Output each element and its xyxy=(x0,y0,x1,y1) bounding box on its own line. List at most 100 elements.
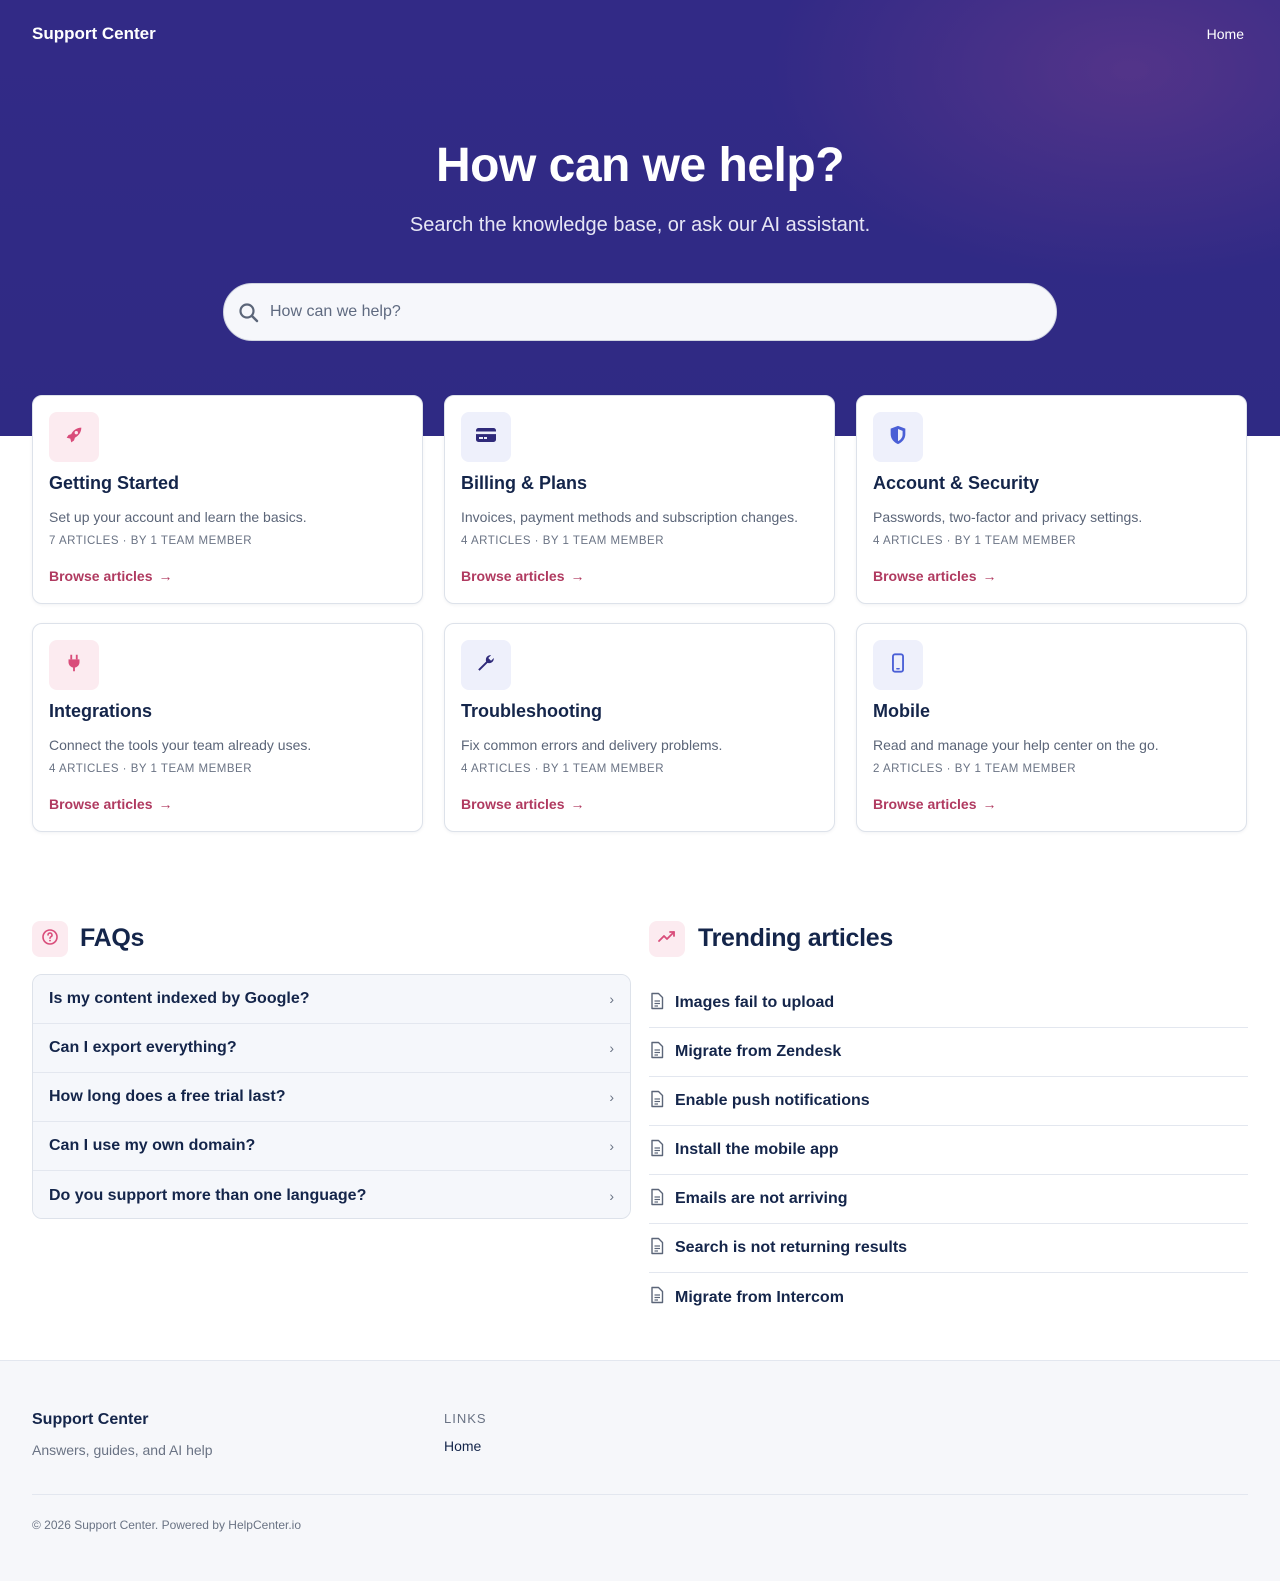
category-card-billing-plans[interactable]: Billing & Plans Invoices, payment method… xyxy=(444,395,835,604)
card-title: Getting Started xyxy=(49,473,180,493)
browse-articles-link[interactable]: Browse articles → xyxy=(49,796,173,812)
card-description: Fix common errors and delivery problems. xyxy=(461,737,723,753)
card-title: Integrations xyxy=(49,701,153,721)
trending-article[interactable]: Search is not returning results xyxy=(649,1224,1248,1273)
trending-article[interactable]: Enable push notifications xyxy=(649,1077,1248,1126)
browse-articles-link[interactable]: Browse articles → xyxy=(461,796,585,812)
document-icon xyxy=(649,1041,665,1064)
faq-list: Is my content indexed by Google? › Can I… xyxy=(32,974,631,1219)
rocket-icon xyxy=(63,424,85,451)
mobile-icon xyxy=(887,652,909,679)
arrow-right-icon: → xyxy=(570,796,585,812)
document-icon xyxy=(649,1139,665,1162)
faq-item[interactable]: Can I export everything? › xyxy=(33,1024,630,1073)
card-icon-tile xyxy=(873,412,923,462)
browse-articles-label: Browse articles xyxy=(49,568,153,584)
hero-title: How can we help? xyxy=(435,139,845,192)
chevron-right-icon: › xyxy=(609,1089,614,1105)
card-icon-tile xyxy=(461,412,511,462)
trending-article-title: Emails are not arriving xyxy=(675,1190,848,1207)
card-icon-tile xyxy=(49,640,99,690)
card-meta: 7 articles · By 1 team member xyxy=(49,535,253,547)
arrow-right-icon: → xyxy=(982,568,997,584)
trending-article[interactable]: Migrate from Intercom xyxy=(649,1273,1248,1322)
faq-question: How long does a free trial last? xyxy=(49,1088,286,1105)
hero-subtitle: Search the knowledge base, or ask our AI… xyxy=(409,214,871,236)
trending-section-title: Trending articles xyxy=(698,924,893,952)
footer-tagline: Answers, guides, and AI help xyxy=(32,1442,213,1458)
faq-question: Can I export everything? xyxy=(49,1039,237,1056)
site-brand[interactable]: Support Center xyxy=(32,24,156,44)
card-icon-tile xyxy=(873,640,923,690)
credit-card-icon xyxy=(474,423,498,452)
category-card-account-security[interactable]: Account & Security Passwords, two-factor… xyxy=(856,395,1247,604)
trending-article-title: Search is not returning results xyxy=(675,1239,908,1256)
footer-copyright: © 2026 Support Center. Powered by HelpCe… xyxy=(32,1518,302,1532)
chevron-right-icon: › xyxy=(609,1187,614,1204)
footer-home-link[interactable]: Home xyxy=(444,1438,481,1454)
wrench-icon xyxy=(475,652,497,679)
card-icon-tile xyxy=(49,412,99,462)
browse-articles-label: Browse articles xyxy=(49,796,153,812)
category-card-troubleshooting[interactable]: Troubleshooting Fix common errors and de… xyxy=(444,623,835,832)
trending-article-title: Migrate from Intercom xyxy=(675,1288,844,1306)
arrow-right-icon: → xyxy=(570,568,585,584)
shield-icon xyxy=(887,424,909,451)
browse-articles-link[interactable]: Browse articles → xyxy=(49,568,173,584)
card-description: Read and manage your help center on the … xyxy=(873,737,1159,753)
card-title: Billing & Plans xyxy=(461,473,588,493)
footer-brand: Support Center xyxy=(32,1411,149,1428)
footer-divider xyxy=(32,1494,1248,1495)
faq-section-icon xyxy=(32,921,68,957)
trending-article-title: Images fail to upload xyxy=(675,994,835,1011)
category-card-getting-started[interactable]: Getting Started Set up your account and … xyxy=(32,395,423,604)
card-title: Mobile xyxy=(873,701,930,721)
browse-articles-link[interactable]: Browse articles → xyxy=(873,796,997,812)
footer: Support Center Answers, guides, and AI h… xyxy=(0,1360,1280,1581)
faq-item[interactable]: Can I use my own domain? › xyxy=(33,1122,630,1171)
search-bar[interactable] xyxy=(223,283,1057,341)
category-card-mobile[interactable]: Mobile Read and manage your help center … xyxy=(856,623,1247,832)
nav-home-link[interactable]: Home xyxy=(1207,26,1244,42)
document-icon xyxy=(649,1188,665,1211)
trending-article-title: Migrate from Zendesk xyxy=(675,1043,842,1060)
arrow-right-icon: → xyxy=(982,796,997,812)
card-meta: 4 articles · By 1 team member xyxy=(461,763,665,775)
card-description: Invoices, payment methods and subscripti… xyxy=(461,509,798,525)
faq-item[interactable]: Do you support more than one language? › xyxy=(33,1171,630,1218)
browse-articles-link[interactable]: Browse articles → xyxy=(461,568,585,584)
trending-article-title: Enable push notifications xyxy=(675,1092,870,1109)
trending-article-title: Install the mobile app xyxy=(675,1141,839,1158)
card-title: Account & Security xyxy=(873,473,1040,493)
card-meta: 4 articles · By 1 team member xyxy=(461,535,665,547)
document-icon xyxy=(649,1286,665,1309)
browse-articles-label: Browse articles xyxy=(461,796,565,812)
browse-articles-link[interactable]: Browse articles → xyxy=(873,568,997,584)
arrow-right-icon: → xyxy=(158,796,173,812)
document-icon xyxy=(649,1237,665,1260)
trending-up-icon xyxy=(657,927,677,952)
faq-item[interactable]: How long does a free trial last? › xyxy=(33,1073,630,1122)
faq-section-title: FAQs xyxy=(80,924,145,952)
faq-question: Is my content indexed by Google? xyxy=(49,990,310,1007)
browse-articles-label: Browse articles xyxy=(461,568,565,584)
search-input[interactable] xyxy=(270,284,1030,340)
trending-list: Images fail to upload Migrate from Zende… xyxy=(649,979,1248,1322)
faq-item[interactable]: Is my content indexed by Google? › xyxy=(33,975,630,1024)
card-description: Set up your account and learn the basics… xyxy=(49,509,307,525)
document-icon xyxy=(649,1090,665,1113)
card-meta: 4 articles · By 1 team member xyxy=(873,535,1077,547)
trending-article[interactable]: Migrate from Zendesk xyxy=(649,1028,1248,1077)
chevron-right-icon: › xyxy=(609,1040,614,1056)
footer-links-heading: Links xyxy=(444,1411,487,1426)
category-card-integrations[interactable]: Integrations Connect the tools your team… xyxy=(32,623,423,832)
card-meta: 4 articles · By 1 team member xyxy=(49,763,253,775)
hero-section: Support Center Home How can we help? Sea… xyxy=(0,0,1280,436)
faq-question: Do you support more than one language? xyxy=(49,1186,367,1204)
browse-articles-label: Browse articles xyxy=(873,568,977,584)
trending-article[interactable]: Images fail to upload xyxy=(649,979,1248,1028)
trending-article[interactable]: Emails are not arriving xyxy=(649,1175,1248,1224)
card-description: Passwords, two-factor and privacy settin… xyxy=(873,509,1143,525)
trending-article[interactable]: Install the mobile app xyxy=(649,1126,1248,1175)
card-description: Connect the tools your team already uses… xyxy=(49,737,312,753)
